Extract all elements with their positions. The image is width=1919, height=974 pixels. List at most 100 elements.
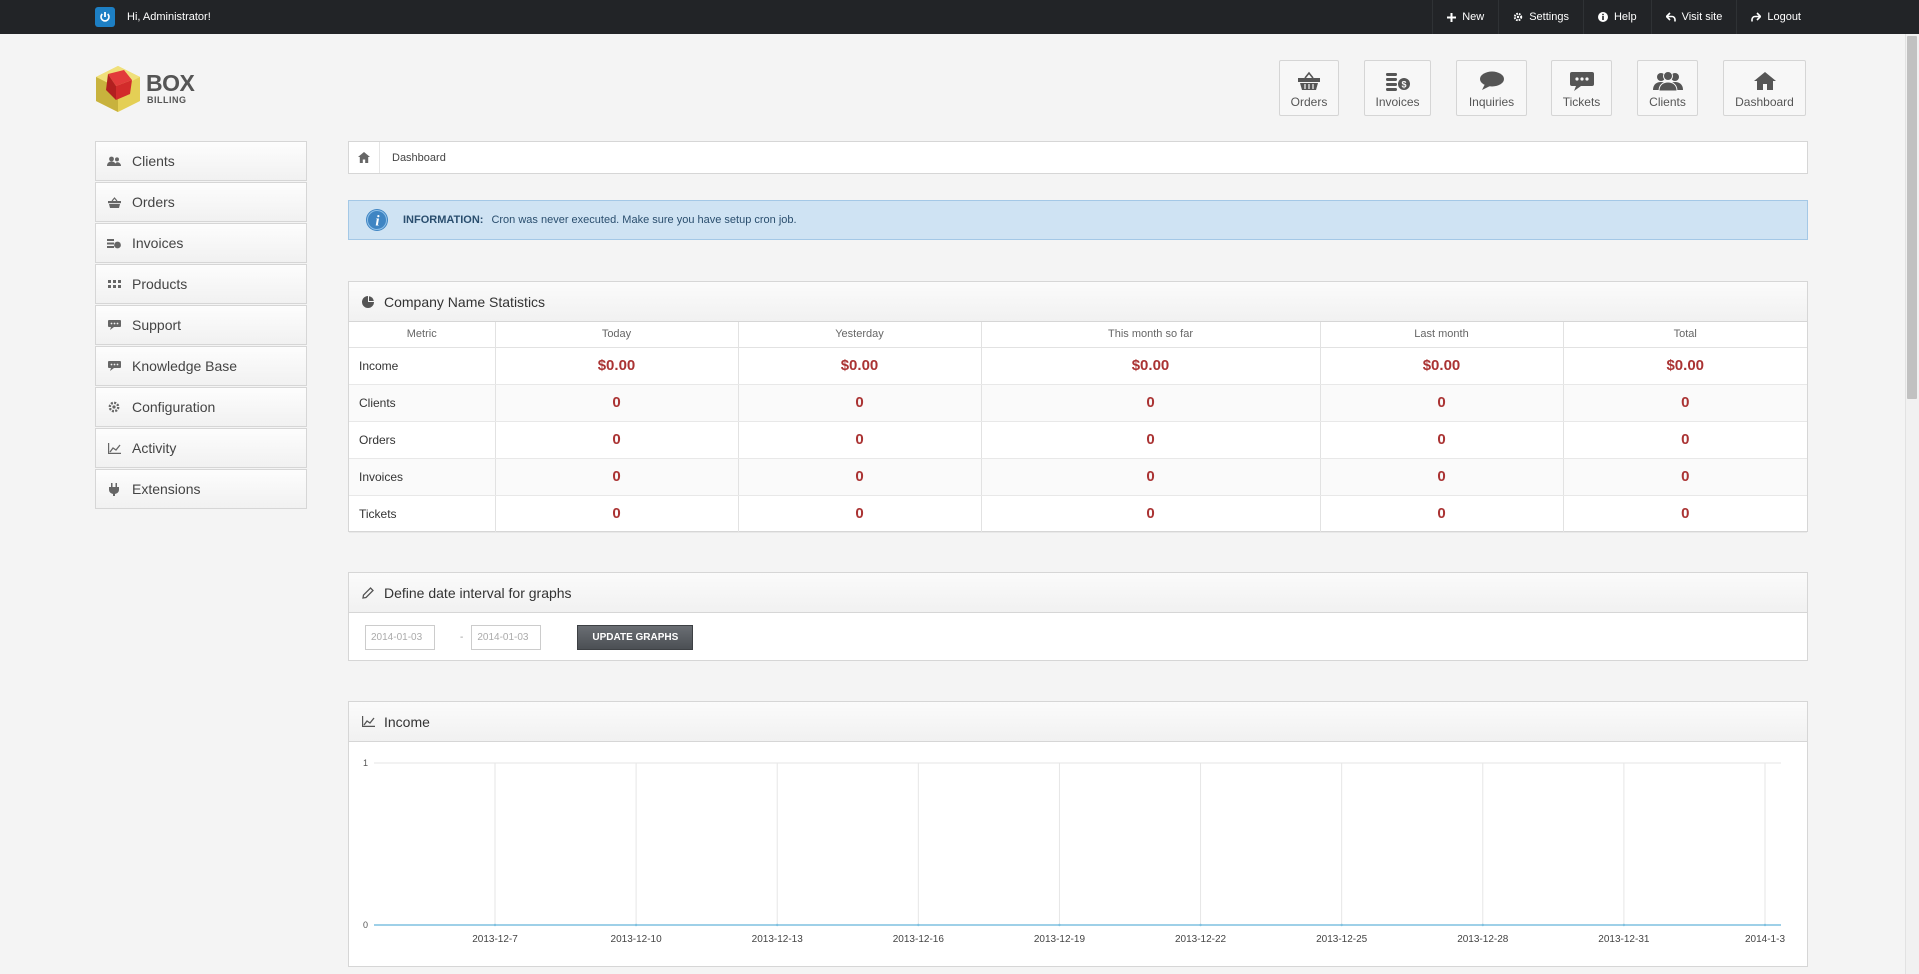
column-header: This month so far xyxy=(981,322,1321,348)
breadcrumb-home-link[interactable] xyxy=(349,142,380,173)
metric-label: Clients xyxy=(349,384,496,422)
chart-line-icon xyxy=(107,441,121,455)
power-icon[interactable] xyxy=(95,7,115,27)
statistics-widget: Company Name Statistics Metric Today Yes… xyxy=(348,281,1808,533)
settings-link[interactable]: Settings xyxy=(1498,0,1583,34)
quick-clients-button[interactable]: Clients xyxy=(1637,60,1698,116)
y-tick-label: 1 xyxy=(363,758,368,768)
stat-value: 0 xyxy=(738,495,982,533)
gear-icon xyxy=(107,400,121,414)
help-label: Help xyxy=(1613,11,1637,23)
x-tick-label: 2013-12-25 xyxy=(1316,934,1368,945)
date-to-input[interactable]: 2014-01-03 xyxy=(471,624,542,650)
income-data-point xyxy=(776,923,779,927)
income-data-point xyxy=(917,923,920,927)
sidebar-item-configuration[interactable]: Configuration xyxy=(95,387,307,427)
update-graphs-button[interactable]: UPDATE GRAPHS xyxy=(577,624,694,650)
column-header: Today xyxy=(495,322,739,348)
svg-text:$: $ xyxy=(1401,80,1406,90)
x-tick-label: 2013-12-19 xyxy=(1034,934,1086,945)
metric-label: Orders xyxy=(349,421,496,459)
stat-value: $0.00 xyxy=(495,347,739,385)
quick-orders-label: Orders xyxy=(1290,95,1328,109)
visit-site-label: Visit site xyxy=(1681,11,1723,23)
stat-value: 0 xyxy=(1563,495,1807,533)
pie-chart-icon xyxy=(361,295,375,309)
stat-value: $0.00 xyxy=(738,347,982,385)
info-icon: i xyxy=(366,209,388,231)
sidebar-item-label: Clients xyxy=(132,153,175,169)
sidebar-item-activity[interactable]: Activity xyxy=(95,428,307,468)
x-tick-label: 2013-12-10 xyxy=(611,934,663,945)
sidebar-item-orders[interactable]: Orders xyxy=(95,182,307,222)
quick-invoices-button[interactable]: $ Invoices xyxy=(1364,60,1431,116)
quick-inquiries-label: Inquiries xyxy=(1468,95,1515,109)
sidebar-item-support[interactable]: Support xyxy=(95,305,307,345)
sidebar-item-clients[interactable]: Clients xyxy=(95,141,307,181)
stat-value: 0 xyxy=(738,421,982,459)
stat-value: 0 xyxy=(981,495,1321,533)
stat-value: 0 xyxy=(1563,458,1807,496)
stat-value: 0 xyxy=(495,421,739,459)
quick-invoices-label: Invoices xyxy=(1375,95,1420,109)
quick-inquiries-button[interactable]: Inquiries xyxy=(1456,60,1527,116)
chart-line-icon xyxy=(361,715,375,729)
y-tick-label: 0 xyxy=(363,920,368,930)
logout-link[interactable]: Logout xyxy=(1736,0,1815,34)
sidebar-item-label: Support xyxy=(132,317,182,333)
help-link[interactable]: Help xyxy=(1582,0,1651,34)
income-data-point xyxy=(634,923,638,927)
stat-value: 0 xyxy=(981,384,1321,422)
new-link[interactable]: New xyxy=(1432,0,1498,34)
sidebar-item-extensions[interactable]: Extensions xyxy=(95,469,307,509)
x-tick-label: 2013-12-7 xyxy=(472,934,518,945)
quick-dashboard-label: Dashboard xyxy=(1735,95,1794,109)
greeting-text: Hi, Administrator! xyxy=(127,11,211,23)
quick-tickets-button[interactable]: Tickets xyxy=(1551,60,1612,116)
users-icon xyxy=(107,154,121,168)
back-arrow-icon xyxy=(1665,12,1676,22)
column-header: Total xyxy=(1563,322,1807,348)
basket-icon xyxy=(1298,71,1320,90)
income-data-point xyxy=(1481,923,1484,927)
sidebar-item-label: Invoices xyxy=(132,235,184,251)
quick-clients-label: Clients xyxy=(1649,95,1686,109)
income-data-point xyxy=(1763,923,1767,927)
grid-icon xyxy=(107,277,121,291)
top-bar: Hi, Administrator! New Settings Help Vis… xyxy=(0,0,1919,34)
sidebar-item-label: Orders xyxy=(132,194,175,210)
basket-icon xyxy=(107,195,121,209)
settings-label: Settings xyxy=(1529,11,1569,23)
date-interval-form: 2014-01-03 - 2014-01-03 UPDATE GRAPHS xyxy=(349,613,1807,661)
coins-icon xyxy=(107,236,121,250)
metric-label: Tickets xyxy=(349,495,496,533)
logo-text-box: BOX xyxy=(146,70,195,96)
stat-value: 0 xyxy=(1320,458,1564,496)
breadcrumb: Dashboard xyxy=(348,141,1808,174)
sidebar-item-label: Configuration xyxy=(132,399,216,415)
quick-tickets-label: Tickets xyxy=(1562,95,1601,109)
income-chart-widget: Income 0 1 2013-12-7 2013-12-10 2013-12-13 20… xyxy=(348,701,1808,967)
column-header: Yesterday xyxy=(738,322,982,348)
logout-label: Logout xyxy=(1767,11,1801,23)
stat-value: 0 xyxy=(1320,421,1564,459)
visit-site-link[interactable]: Visit site xyxy=(1650,0,1737,34)
boxbilling-logo[interactable]: BOX BILLING xyxy=(94,64,204,114)
stat-value: $0.00 xyxy=(1563,347,1807,385)
quick-dashboard-button[interactable]: Dashboard xyxy=(1723,60,1806,116)
income-chart-header: Income xyxy=(349,702,1807,742)
date-interval-title: Define date interval for graphs xyxy=(384,584,572,601)
sidebar-item-products[interactable]: Products xyxy=(95,264,307,304)
scrollbar-thumb[interactable] xyxy=(1907,36,1917,399)
date-interval-widget: Define date interval for graphs 2014-01-… xyxy=(348,572,1808,661)
sidebar-item-knowledge-base[interactable]: Knowledge Base xyxy=(95,346,307,386)
logout-arrow-icon xyxy=(1751,12,1762,22)
x-tick-label: 2013-12-31 xyxy=(1598,934,1650,945)
quick-orders-button[interactable]: Orders xyxy=(1279,60,1339,116)
stat-value: $0.00 xyxy=(981,347,1321,385)
stat-value: 0 xyxy=(981,421,1321,459)
income-chart: 0 1 2013-12-7 2013-12-10 2013-12-13 2013-12-1… xyxy=(363,758,1785,945)
date-from-input[interactable]: 2014-01-03 xyxy=(365,624,435,650)
speech-bubble-icon xyxy=(1479,71,1504,90)
sidebar-item-invoices[interactable]: Invoices xyxy=(95,223,307,263)
